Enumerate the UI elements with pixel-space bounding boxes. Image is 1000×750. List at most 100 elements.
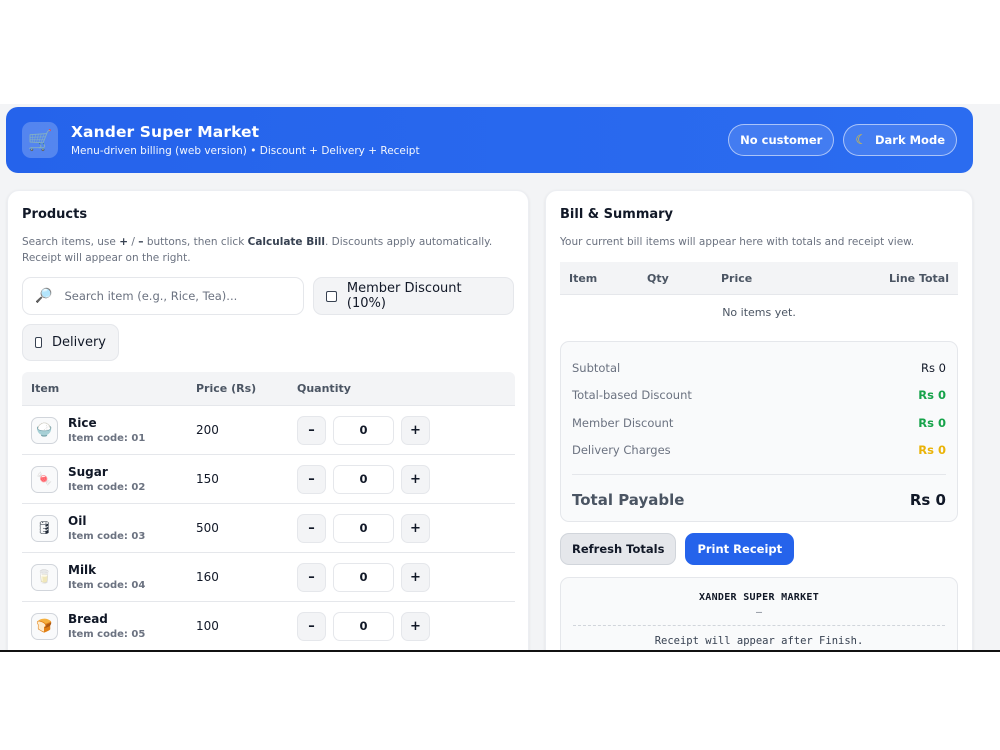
subtotal-label: Subtotal <box>572 360 621 375</box>
column-header-quantity: Quantity <box>297 382 351 395</box>
total-discount-row: Total-based Discount Rs 0 <box>572 382 946 410</box>
increase-quantity-button[interactable]: + <box>401 562 430 592</box>
products-description: Search items, use + / – buttons, then cl… <box>22 236 493 264</box>
receipt-divider <box>573 625 945 626</box>
subtotal-row: Subtotal Rs 0 <box>572 354 946 382</box>
quantity-input[interactable] <box>333 415 394 445</box>
receipt-title: XANDER SUPER MARKET <box>698 592 820 603</box>
cart-icon: 🛒 <box>22 122 58 158</box>
column-header-item: Item <box>31 382 60 395</box>
product-name: Oil <box>68 514 87 528</box>
customer-button-label: No customer <box>740 133 823 147</box>
receipt-panel: XANDER SUPER MARKET — Receipt will appea… <box>560 577 958 650</box>
bill-column-qty: Qty <box>647 271 669 285</box>
dark-mode-button[interactable]: ☾ Dark Mode <box>843 124 957 156</box>
total-discount-value: Rs 0 <box>918 388 946 403</box>
sugar-icon: 🍬 <box>31 465 58 493</box>
print-receipt-button[interactable]: Print Receipt <box>685 533 795 565</box>
member-discount-row: Member Discount Rs 0 <box>572 409 946 437</box>
total-payable-label: Total Payable <box>572 491 685 509</box>
product-code: Item code: 02 <box>68 482 146 493</box>
decrease-quantity-button[interactable]: – <box>297 611 326 641</box>
refresh-totals-button[interactable]: Refresh Totals <box>560 533 677 565</box>
product-code: Item code: 04 <box>68 580 146 591</box>
product-code: Item code: 05 <box>68 629 146 640</box>
delivery-charges-label: Delivery Charges <box>572 443 671 458</box>
bill-column-line-total: Line Total <box>889 271 949 285</box>
decrease-quantity-button[interactable]: – <box>297 562 326 592</box>
delivery-charges-value: Rs 0 <box>918 443 946 458</box>
bill-column-item: Item <box>569 271 598 285</box>
bread-icon: 🍞 <box>31 612 58 640</box>
quantity-input[interactable] <box>333 464 394 494</box>
products-table-header: Item Price (Rs) Quantity <box>22 372 515 406</box>
quantity-stepper: – + <box>297 464 430 494</box>
total-discount-label: Total-based Discount <box>572 388 692 403</box>
product-code: Item code: 01 <box>68 433 146 444</box>
receipt-message: Receipt will appear after Finish. <box>654 635 864 647</box>
member-discount-checkbox[interactable]: Member Discount (10%) <box>313 277 514 315</box>
increase-quantity-button[interactable]: + <box>401 611 430 641</box>
member-discount-value: Rs 0 <box>918 415 946 430</box>
quantity-stepper: – + <box>297 415 430 445</box>
column-header-price: Price (Rs) <box>196 382 257 395</box>
bill-table-header: Item Qty Price Line Total <box>560 262 958 295</box>
bill-card: Bill & Summary Your current bill items w… <box>545 190 973 650</box>
increase-quantity-button[interactable]: + <box>401 415 430 445</box>
milk-glass-icon: 🥛 <box>31 563 58 591</box>
customer-button[interactable]: No customer <box>728 124 835 156</box>
oil-bottle-icon: 🛢 <box>31 514 58 542</box>
delivery-checkbox[interactable]: Delivery <box>22 324 119 361</box>
total-payable-row: Total Payable Rs 0 <box>572 475 946 525</box>
app-header: 🛒 Xander Super Market Menu-driven billin… <box>6 107 973 173</box>
decrease-quantity-button[interactable]: – <box>297 513 326 543</box>
checkbox-icon[interactable] <box>35 337 43 348</box>
product-row: 🍬 Sugar Item code: 02 150 – + <box>22 455 515 504</box>
quantity-input[interactable] <box>333 611 394 641</box>
product-price: 500 <box>196 521 219 535</box>
receipt-dash: — <box>755 607 763 618</box>
product-item-cell: 🥛 Milk Item code: 04 <box>22 563 196 591</box>
bill-title: Bill & Summary <box>560 207 674 222</box>
product-price: 200 <box>196 423 219 437</box>
product-item-cell: 🍬 Sugar Item code: 02 <box>22 465 196 493</box>
search-icon: 🔎 <box>35 288 53 304</box>
quantity-input[interactable] <box>333 513 394 543</box>
quantity-stepper: – + <box>297 611 430 641</box>
moon-icon: ☾ <box>855 132 867 148</box>
bill-summary: Subtotal Rs 0 Total-based Discount Rs 0 … <box>560 341 958 522</box>
product-code: Item code: 03 <box>68 531 146 542</box>
product-row: 🍚 Rice Item code: 01 200 – + <box>22 406 515 455</box>
bill-empty-message: No items yet. <box>722 305 796 319</box>
checkbox-icon[interactable] <box>326 290 337 302</box>
app-title: Xander Super Market <box>71 123 260 141</box>
dark-mode-label: Dark Mode <box>874 133 945 147</box>
app-viewport: 🛒 Xander Super Market Menu-driven billin… <box>0 104 1000 652</box>
product-item-cell: 🍞 Bread Item code: 05 <box>22 612 196 640</box>
product-name: Rice <box>68 416 97 430</box>
rice-bowl-icon: 🍚 <box>31 416 58 444</box>
decrease-quantity-button[interactable]: – <box>297 415 326 445</box>
increase-quantity-button[interactable]: + <box>401 513 430 543</box>
product-price: 150 <box>196 472 219 486</box>
product-item-cell: 🍚 Rice Item code: 01 <box>22 416 196 444</box>
product-name: Sugar <box>68 465 108 479</box>
bill-description: Your current bill items will appear here… <box>560 236 915 248</box>
products-title: Products <box>22 207 88 222</box>
bill-table: Item Qty Price Line Total No items yet. <box>560 262 958 329</box>
product-name: Milk <box>68 563 97 577</box>
product-item-cell: 🛢 Oil Item code: 03 <box>22 514 196 542</box>
decrease-quantity-button[interactable]: – <box>297 464 326 494</box>
quantity-stepper: – + <box>297 562 430 592</box>
delivery-label: Delivery <box>52 335 106 350</box>
search-input[interactable] <box>64 289 285 303</box>
subtotal-value: Rs 0 <box>921 360 946 375</box>
quantity-input[interactable] <box>333 562 394 592</box>
product-row: 🍞 Bread Item code: 05 100 – + <box>22 602 515 650</box>
increase-quantity-button[interactable]: + <box>401 464 430 494</box>
product-row: 🛢 Oil Item code: 03 500 – + <box>22 504 515 553</box>
total-payable-value: Rs 0 <box>909 491 946 509</box>
quantity-stepper: – + <box>297 513 430 543</box>
product-price: 160 <box>196 570 219 584</box>
product-row: 🥛 Milk Item code: 04 160 – + <box>22 553 515 602</box>
